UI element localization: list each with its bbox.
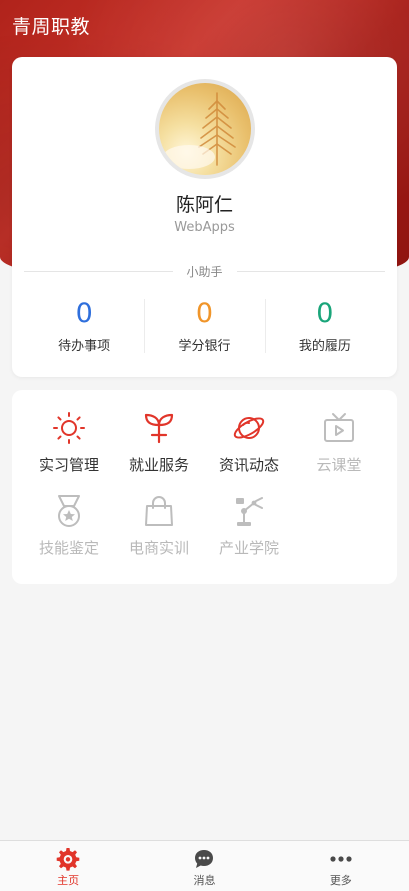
user-subtitle: WebApps bbox=[174, 220, 235, 235]
stat-credit-bank[interactable]: 0 学分银行 bbox=[144, 297, 264, 357]
robot-arm-icon bbox=[204, 493, 294, 529]
gear-home-icon bbox=[0, 847, 136, 871]
sprout-icon bbox=[114, 410, 204, 446]
menu-grid: 实习管理 就业服务 资讯动态 云课堂 技能鉴定 电商实训 产业学院 bbox=[24, 410, 385, 558]
avatar[interactable] bbox=[155, 79, 255, 179]
menu-label: 实习管理 bbox=[38, 456, 99, 474]
planet-icon bbox=[204, 410, 294, 446]
menu-item-skill-certification[interactable]: 技能鉴定 bbox=[24, 493, 114, 558]
shopping-bag-icon bbox=[114, 493, 204, 529]
tab-label: 主页 bbox=[57, 874, 80, 887]
user-name: 陈阿仁 bbox=[175, 194, 233, 216]
more-dots-icon bbox=[273, 847, 409, 871]
bottom-tab-bar: 主页 消息 更多 bbox=[0, 840, 409, 891]
helper-divider: 小助手 bbox=[24, 261, 386, 281]
medal-icon bbox=[24, 493, 114, 529]
divider-line-left bbox=[24, 270, 173, 272]
sun-icon bbox=[24, 410, 114, 446]
menu-label: 资讯动态 bbox=[218, 456, 279, 474]
tab-home[interactable]: 主页 bbox=[0, 841, 136, 891]
menu-label: 云课堂 bbox=[316, 456, 362, 474]
tab-label: 更多 bbox=[329, 874, 352, 887]
stat-value: 0 bbox=[195, 298, 214, 329]
menu-item-cloud-class[interactable]: 云课堂 bbox=[294, 410, 384, 475]
menu-item-internship[interactable]: 实习管理 bbox=[24, 410, 114, 475]
avatar-image bbox=[159, 83, 251, 175]
chat-bubble-icon bbox=[136, 847, 272, 871]
profile-card: 陈阿仁 WebApps 小助手 0 待办事项 0 学分银行 0 我的履历 bbox=[12, 57, 397, 377]
menu-item-news[interactable]: 资讯动态 bbox=[204, 410, 294, 475]
stat-todo[interactable]: 0 待办事项 bbox=[24, 297, 144, 357]
divider-line-right bbox=[236, 270, 386, 272]
menu-label: 技能鉴定 bbox=[38, 539, 99, 557]
tree-illustration bbox=[163, 92, 236, 169]
stat-value: 0 bbox=[316, 298, 334, 329]
app-title: 青周职教 bbox=[12, 16, 91, 38]
tab-more[interactable]: 更多 bbox=[273, 841, 409, 891]
menu-item-industry-college[interactable]: 产业学院 bbox=[204, 493, 294, 558]
stat-label: 我的履历 bbox=[298, 339, 351, 354]
menu-item-ecommerce-training[interactable]: 电商实训 bbox=[114, 493, 204, 558]
stat-resume[interactable]: 0 我的履历 bbox=[264, 297, 385, 357]
menu-label: 就业服务 bbox=[128, 456, 189, 474]
stat-label: 学分银行 bbox=[178, 339, 231, 354]
tab-label: 消息 bbox=[193, 874, 216, 887]
page: 青周职教 陈阿仁 WebApps 小助手 0 待办事项 0 学分银行 0 我的履… bbox=[0, 0, 409, 891]
stat-value: 0 bbox=[75, 298, 93, 329]
menu-card: 实习管理 就业服务 资讯动态 云课堂 技能鉴定 电商实训 产业学院 bbox=[12, 390, 397, 584]
menu-label: 产业学院 bbox=[218, 539, 279, 557]
tv-icon bbox=[294, 410, 384, 446]
menu-item-employment[interactable]: 就业服务 bbox=[114, 410, 204, 475]
tab-messages[interactable]: 消息 bbox=[136, 841, 272, 891]
stats-row: 0 待办事项 0 学分银行 0 我的履历 bbox=[24, 297, 385, 357]
helper-label: 小助手 bbox=[186, 264, 223, 279]
menu-label: 电商实训 bbox=[128, 539, 189, 557]
stat-label: 待办事项 bbox=[58, 339, 111, 354]
